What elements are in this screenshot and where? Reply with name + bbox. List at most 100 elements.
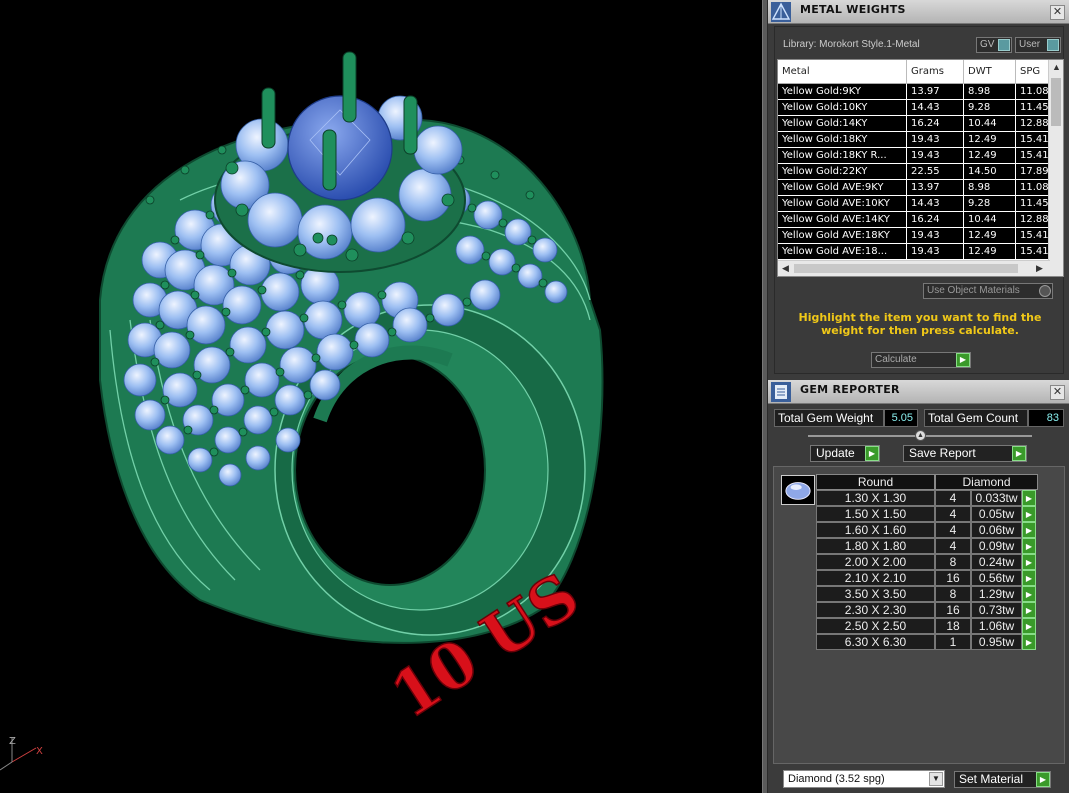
chevron-down-icon[interactable]: ▼ (929, 772, 943, 786)
metal-weights-titlebar[interactable]: METAL WEIGHTS ✕ (768, 0, 1069, 24)
table-row[interactable]: Yellow Gold:10KY 14.43 9.28 11.45 (778, 100, 1056, 116)
cell-grams: 19.43 (907, 148, 964, 164)
select-gem-arrow-icon[interactable]: ▶ (1022, 506, 1036, 522)
table-row[interactable]: Yellow Gold AVE:18... 19.43 12.49 15.41 (778, 244, 1056, 260)
table-row[interactable]: Yellow Gold AVE:10KY 14.43 9.28 11.45 (778, 196, 1056, 212)
ring-model: 10 US X Z (0, 51, 604, 771)
gem-weight: 0.09tw (971, 538, 1022, 554)
set-material-label: Set Material (959, 772, 1024, 786)
cell-dwt: 14.50 (964, 164, 1016, 180)
scroll-left-icon[interactable]: ◀ (782, 263, 789, 274)
metal-table-header: Metal Grams DWT SPG (778, 60, 1056, 84)
gem-reporter-body: Total Gem Weight 5.05 Total Gem Count 83… (768, 406, 1069, 793)
gem-reporter-titlebar[interactable]: GEM REPORTER ✕ (768, 380, 1069, 404)
table-row: 6.30 X 6.30 1 0.95tw ▶ (816, 634, 1038, 650)
close-icon[interactable]: ✕ (1050, 385, 1065, 400)
select-gem-arrow-icon[interactable]: ▶ (1022, 570, 1036, 586)
cell-grams: 16.24 (907, 116, 964, 132)
select-gem-arrow-icon[interactable]: ▶ (1022, 538, 1036, 554)
gem-size: 2.00 X 2.00 (816, 554, 935, 570)
cell-metal-name: Yellow Gold:18KY R... (778, 148, 907, 164)
select-gem-arrow-icon[interactable]: ▶ (1022, 602, 1036, 618)
gem-count: 8 (935, 554, 971, 570)
select-gem-arrow-icon[interactable]: ▶ (1022, 554, 1036, 570)
cell-dwt: 10.44 (964, 116, 1016, 132)
metal-weights-icon (771, 2, 791, 22)
table-row[interactable]: Yellow Gold:14KY 16.24 10.44 12.88 (778, 116, 1056, 132)
play-arrow-icon: ▶ (956, 353, 970, 367)
cell-metal-name: Yellow Gold:22KY (778, 164, 907, 180)
metal-table[interactable]: Metal Grams DWT SPG Yellow Gold:9KY 13.97… (777, 59, 1064, 277)
round-diamond-icon[interactable] (781, 475, 815, 505)
cell-dwt: 12.49 (964, 244, 1016, 260)
scroll-right-icon[interactable]: ▶ (1036, 263, 1043, 274)
table-row: 1.30 X 1.30 4 0.033tw ▶ (816, 490, 1038, 506)
save-report-button[interactable]: Save Report ▶ (903, 445, 1027, 462)
col-grams[interactable]: Grams (907, 60, 964, 84)
cell-dwt: 8.98 (964, 84, 1016, 100)
table-row[interactable]: Yellow Gold:18KY 19.43 12.49 15.41 (778, 132, 1056, 148)
user-toggle-label: User (1019, 39, 1041, 50)
user-toggle[interactable]: User (1015, 37, 1061, 53)
table-row[interactable]: Yellow Gold AVE:18KY 19.43 12.49 15.41 (778, 228, 1056, 244)
cell-metal-name: Yellow Gold AVE:10KY (778, 196, 907, 212)
gem-weight: 0.06tw (971, 522, 1022, 538)
update-button[interactable]: Update ▶ (810, 445, 880, 462)
radio-icon (1039, 285, 1051, 297)
gem-size: 1.80 X 1.80 (816, 538, 935, 554)
table-row[interactable]: Yellow Gold:9KY 13.97 8.98 11.08 (778, 84, 1056, 100)
cell-grams: 19.43 (907, 132, 964, 148)
table-row: 1.50 X 1.50 4 0.05tw ▶ (816, 506, 1038, 522)
axis-z-label: Z (9, 736, 16, 747)
3d-viewport[interactable]: 10 US X Z (0, 0, 762, 793)
gem-weight: 0.56tw (971, 570, 1022, 586)
table-row: 3.50 X 3.50 8 1.29tw ▶ (816, 586, 1038, 602)
gv-toggle[interactable]: GV (976, 37, 1012, 53)
play-arrow-icon: ▶ (1036, 772, 1050, 787)
table-row[interactable]: Yellow Gold AVE:14KY 16.24 10.44 12.88 (778, 212, 1056, 228)
set-material-button[interactable]: Set Material ▶ (954, 771, 1051, 788)
gem-count: 4 (935, 522, 971, 538)
table-row[interactable]: Yellow Gold:18KY R... 19.43 12.49 15.41 (778, 148, 1056, 164)
calculate-button[interactable]: Calculate ▶ (871, 352, 971, 368)
gem-count: 16 (935, 570, 971, 586)
cell-dwt: 12.49 (964, 132, 1016, 148)
center-stone (287, 95, 393, 201)
cell-dwt: 10.44 (964, 212, 1016, 228)
select-gem-arrow-icon[interactable]: ▶ (1022, 618, 1036, 634)
gem-weight: 0.24tw (971, 554, 1022, 570)
metal-weights-body: Library: Morokort Style.1-Metal GV User … (774, 26, 1064, 374)
hscroll-thumb[interactable] (794, 264, 1018, 273)
select-gem-arrow-icon[interactable]: ▶ (1022, 586, 1036, 602)
gem-weight: 0.73tw (971, 602, 1022, 618)
gem-count: 8 (935, 586, 971, 602)
table-row[interactable]: Yellow Gold AVE:9KY 13.97 8.98 11.08 (778, 180, 1056, 196)
col-dwt[interactable]: DWT (964, 60, 1016, 84)
gem-size: 2.50 X 2.50 (816, 618, 935, 634)
material-select[interactable]: Diamond (3.52 spg) ▼ (783, 770, 945, 788)
metal-table-vscroll[interactable]: ▲ (1048, 60, 1063, 276)
gem-count: 16 (935, 602, 971, 618)
gem-weight: 0.05tw (971, 506, 1022, 522)
metal-table-hscroll[interactable]: ◀ ▶ (778, 260, 1050, 276)
col-metal[interactable]: Metal (778, 60, 907, 84)
scroll-thumb[interactable] (1051, 78, 1061, 126)
select-gem-arrow-icon[interactable]: ▶ (1022, 522, 1036, 538)
total-gem-count-label: Total Gem Count (924, 409, 1028, 427)
use-object-materials-toggle[interactable]: Use Object Materials (923, 283, 1053, 299)
save-report-label: Save Report (909, 446, 976, 460)
table-row[interactable]: Yellow Gold:22KY 22.55 14.50 17.89 (778, 164, 1056, 180)
cell-grams: 13.97 (907, 84, 964, 100)
gem-size: 1.50 X 1.50 (816, 506, 935, 522)
select-gem-arrow-icon[interactable]: ▶ (1022, 634, 1036, 650)
slider-knob-icon[interactable]: ▲ (915, 430, 926, 441)
gem-table: Round Diamond 1.30 X 1.30 4 0.033tw ▶ 1.50 X… (773, 466, 1065, 764)
close-icon[interactable]: ✕ (1050, 5, 1065, 20)
play-arrow-icon: ▶ (1012, 446, 1026, 461)
cell-grams: 19.43 (907, 244, 964, 260)
select-gem-arrow-icon[interactable]: ▶ (1022, 490, 1036, 506)
table-row: 1.80 X 1.80 4 0.09tw ▶ (816, 538, 1038, 554)
scroll-up-icon[interactable]: ▲ (1052, 62, 1061, 72)
gem-size: 1.60 X 1.60 (816, 522, 935, 538)
gem-shape-header: Round (816, 474, 935, 490)
